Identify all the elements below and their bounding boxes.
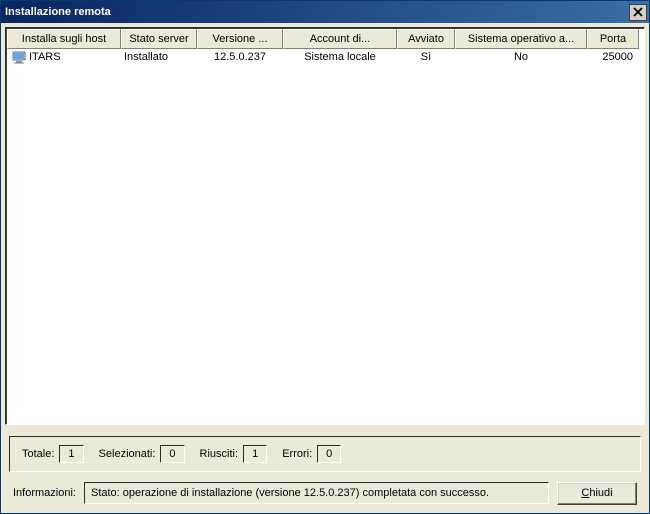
col-header-port[interactable]: Porta: [587, 29, 639, 49]
cell-version: 12.5.0.237: [197, 51, 283, 63]
selected-label: Selezionati:: [99, 448, 156, 460]
column-headers: Installa sugli host Stato server Version…: [7, 29, 643, 49]
close-button[interactable]: Chiudi: [557, 482, 637, 505]
col-header-account[interactable]: Account di...: [283, 29, 397, 49]
cell-port: 25000: [587, 51, 639, 63]
success-value: 1: [243, 445, 267, 463]
computer-icon: [11, 49, 27, 65]
errors-value: 0: [317, 445, 341, 463]
col-header-started[interactable]: Avviato: [397, 29, 455, 49]
cell-os: No: [455, 51, 587, 63]
table-row[interactable]: ITARS Installato 12.5.0.237 Sistema loca…: [7, 49, 643, 65]
col-header-version[interactable]: Versione ...: [197, 29, 283, 49]
info-label: Informazioni:: [13, 487, 76, 499]
success-label: Riusciti:: [200, 448, 239, 460]
col-header-server-state[interactable]: Stato server: [121, 29, 197, 49]
selected-value: 0: [160, 445, 184, 463]
col-header-os[interactable]: Sistema operativo a...: [455, 29, 587, 49]
client-area: Installa sugli host Stato server Version…: [1, 23, 649, 513]
close-icon[interactable]: [629, 4, 647, 21]
stats-bar: Totale: 1 Selezionati: 0 Riusciti: 1 Err…: [9, 436, 641, 472]
host-list-panel: Installa sugli host Stato server Version…: [5, 27, 645, 425]
remote-install-window: Installazione remota Installa sugli host…: [0, 0, 650, 514]
errors-label: Errori:: [282, 448, 312, 460]
cell-host-text: ITARS: [29, 51, 61, 63]
cell-host: ITARS: [7, 49, 121, 65]
cell-server-state: Installato: [121, 51, 197, 63]
cell-account: Sistema locale: [283, 51, 397, 63]
info-text: Stato: operazione di installazione (vers…: [84, 482, 549, 504]
host-list-body[interactable]: ITARS Installato 12.5.0.237 Sistema loca…: [7, 49, 643, 423]
total-label: Totale:: [22, 448, 54, 460]
titlebar: Installazione remota: [1, 1, 649, 23]
window-title: Installazione remota: [5, 6, 111, 18]
total-value: 1: [59, 445, 83, 463]
bottom-bar: Informazioni: Stato: operazione di insta…: [5, 477, 645, 511]
col-header-host[interactable]: Installa sugli host: [7, 29, 121, 49]
cell-started: Sì: [397, 51, 455, 63]
close-rest: hiudi: [589, 487, 612, 499]
